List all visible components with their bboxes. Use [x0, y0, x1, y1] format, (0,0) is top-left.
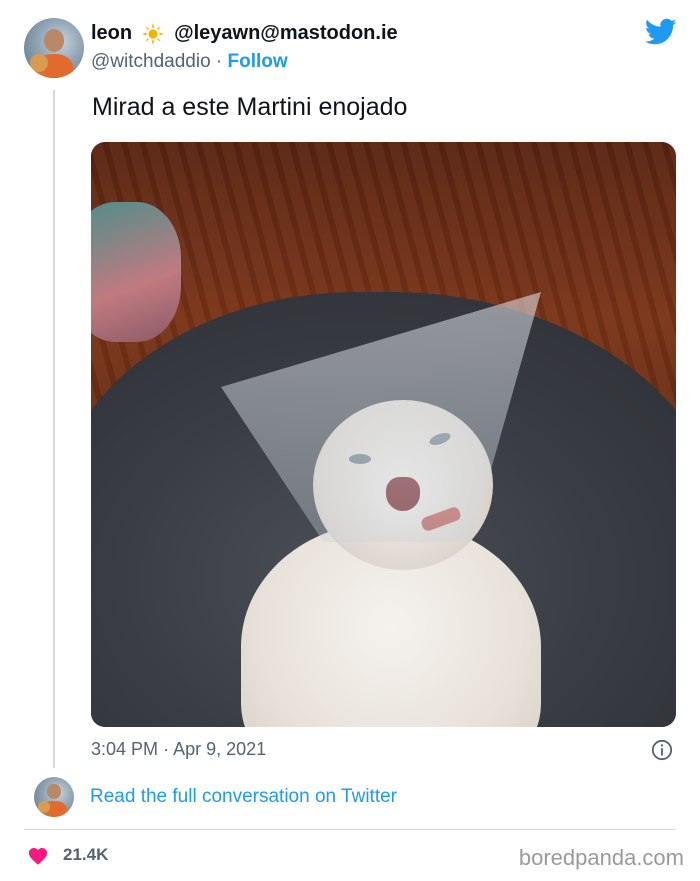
divider [24, 829, 676, 830]
watermark: boredpanda.com [518, 845, 684, 870]
author-display-name[interactable]: leon [91, 22, 132, 45]
read-conversation-link[interactable]: Read the full conversation on Twitter [90, 786, 397, 808]
like-count[interactable]: 21.4K [63, 845, 108, 865]
twitter-bird-icon[interactable] [645, 18, 677, 46]
heart-icon[interactable] [27, 845, 49, 865]
info-icon[interactable] [651, 739, 673, 761]
handle-separator: · [215, 51, 223, 72]
sun-icon [142, 22, 165, 45]
author-name-row[interactable]: leon @leyawn@mastodon.ie [91, 22, 398, 45]
timestamp-separator: · [163, 739, 170, 759]
tweet-date: Apr 9, 2021 [173, 739, 267, 759]
author-handle[interactable]: @witchdaddio [91, 51, 211, 72]
handle-row: @witchdaddio · Follow [91, 51, 288, 73]
author-title-handle: @leyawn@mastodon.ie [174, 22, 398, 44]
tweet-photo[interactable] [91, 142, 676, 727]
tweet-time: 3:04 PM [91, 739, 159, 759]
reply-avatar[interactable] [34, 777, 74, 817]
author-avatar[interactable] [24, 18, 84, 78]
follow-button[interactable]: Follow [228, 51, 288, 72]
tweet-text: Mirad a este Martini enojado [92, 93, 408, 121]
thread-line [53, 90, 55, 768]
tweet-timestamp[interactable]: 3:04 PM · Apr 9, 2021 [91, 739, 266, 760]
